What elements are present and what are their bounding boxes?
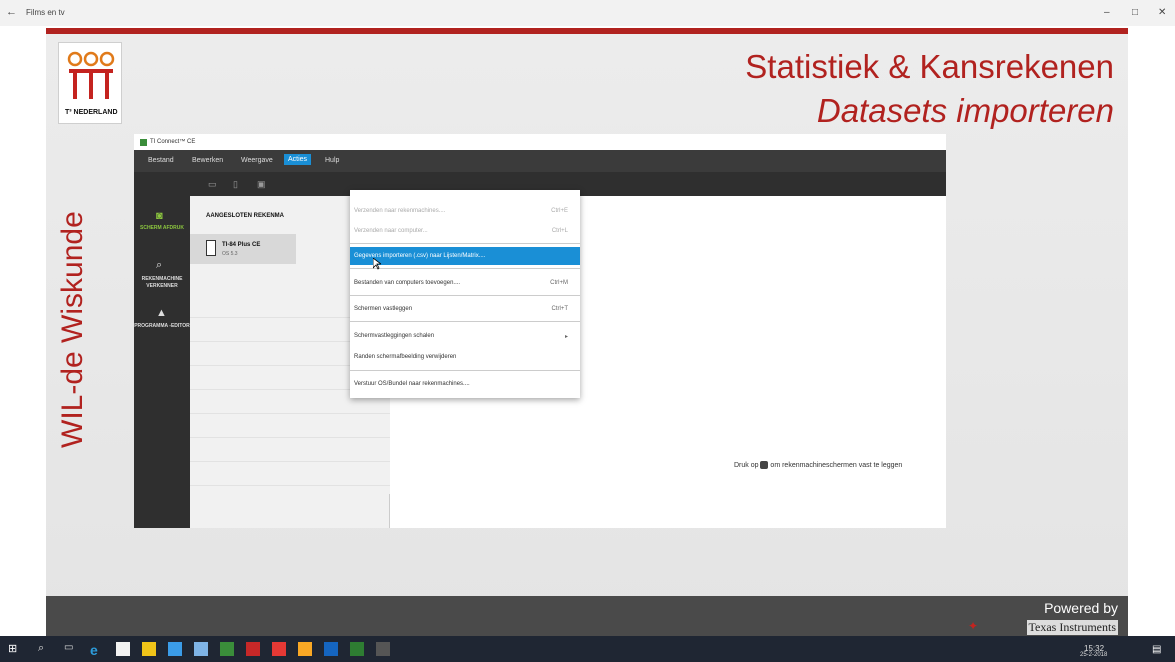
panel-heading: AANGESLOTEN REKENMA — [206, 213, 285, 219]
menu-item-send-to-computer[interactable]: Verzenden naar computer... Ctrl+L — [350, 222, 580, 240]
ti-brand-text: Texas Instruments — [1026, 620, 1118, 635]
camera-icon[interactable]: ◙ — [156, 210, 163, 222]
mouse-cursor-icon — [373, 258, 381, 270]
store-icon[interactable] — [116, 642, 130, 656]
ti-logo-icon: ✦ — [967, 619, 978, 633]
app-icon[interactable] — [298, 642, 312, 656]
menu-separator — [350, 295, 580, 296]
capture-hint: Druk op om rekenmachineschermen vast te … — [734, 461, 902, 469]
menubar: Bestand Bewerken Weergave Acties Hulp — [134, 150, 946, 172]
menu-separator — [350, 243, 580, 244]
app-icon[interactable] — [376, 642, 390, 656]
sidebar-item-program-editor[interactable]: PROGRAMMA -EDITOR — [134, 323, 190, 330]
slide-title: Statistiek & Kansrekenen — [745, 48, 1114, 85]
calculator-name: TI-84 Plus CE — [222, 242, 261, 248]
menu-bewerken[interactable]: Bewerken — [192, 157, 223, 164]
ti-connect-taskbar-icon[interactable] — [220, 642, 234, 656]
menu-item-import-csv[interactable]: Gegevens importeren (.csv) naar Lijsten/… — [350, 247, 580, 265]
screen: ← Films en tv – □ ✕ T³ NEDERLAND Statist… — [0, 0, 1175, 662]
calculator-icon — [206, 240, 216, 256]
window-title: Films en tv — [26, 8, 65, 17]
minimize-icon[interactable]: – — [1104, 7, 1110, 18]
t3-logo-icon — [67, 51, 115, 99]
window-titlebar: ← Films en tv – □ ✕ — [0, 0, 1175, 26]
left-sidebar: ◙ SCHERM AFDRUK ⌕ REKENMACHINE VERKENNER… — [134, 196, 190, 528]
calculator-os: OS 5.3 — [222, 251, 238, 257]
menu-item-send-os-bundle[interactable]: Verstuur OS/Bundel naar rekenmachines...… — [350, 375, 580, 393]
submenu-arrow-icon: ▸ — [564, 334, 568, 340]
menu-separator — [350, 321, 580, 322]
save-icon[interactable]: ▭ — [208, 179, 217, 190]
file-explorer-icon[interactable] — [142, 642, 156, 656]
slide-subtitle: Datasets importeren — [816, 92, 1114, 129]
camera-hint-icon — [760, 461, 769, 469]
powered-by-text: Powered by — [1044, 600, 1118, 616]
maximize-icon[interactable]: □ — [1132, 7, 1138, 18]
menu-item-scale-captures[interactable]: Schermvastleggingen schalen ▸ — [350, 327, 580, 345]
sidebar-item-screen-capture[interactable]: SCHERM AFDRUK — [134, 225, 190, 232]
calculator-row[interactable]: TI-84 Plus CE OS 5.3 — [190, 234, 296, 264]
menu-bestand[interactable]: Bestand — [148, 157, 174, 164]
back-arrow-icon[interactable]: ← — [6, 6, 17, 18]
menu-separator — [350, 268, 580, 269]
app-icon[interactable] — [246, 642, 260, 656]
vertical-brand-text: WIL-de Wiskunde — [56, 211, 89, 448]
excel-icon[interactable] — [350, 642, 364, 656]
windows-taskbar: ⊞ ⌕ ▭ e 15:32 25-2-2018 ▤ — [0, 636, 1175, 662]
app-icon[interactable] — [168, 642, 182, 656]
search-icon[interactable]: ⌕ — [156, 259, 162, 272]
clock-date[interactable]: 25-2-2018 — [1080, 652, 1107, 658]
hint-before: Druk op — [734, 461, 759, 469]
menu-hulp[interactable]: Hulp — [325, 157, 339, 164]
windows-start-icon[interactable]: ⊞ — [8, 642, 22, 656]
close-icon[interactable]: ✕ — [1158, 7, 1166, 18]
menu-acties[interactable]: Acties — [284, 154, 312, 165]
menu-weergave[interactable]: Weergave — [241, 157, 273, 164]
hint-after: om rekenmachineschermen vast te leggen — [770, 461, 903, 469]
logo-text: T³ NEDERLAND — [65, 109, 118, 116]
export-icon[interactable]: ▯ — [233, 179, 238, 190]
acties-dropdown: Verzenden naar rekenmachines.... Ctrl+E … — [350, 190, 580, 398]
t3-logo: T³ NEDERLAND — [58, 42, 122, 124]
program-icon[interactable]: ▲ — [156, 307, 167, 319]
sidebar-item-calculator-explorer[interactable]: REKENMACHINE VERKENNER — [134, 276, 190, 290]
menu-item-add-computer-files[interactable]: Bestanden van computers toevoegen.... Ct… — [350, 274, 580, 292]
notifications-icon[interactable]: ▤ — [1152, 644, 1161, 655]
app-title: TI Connect™ CE — [150, 139, 196, 145]
app-icon[interactable] — [194, 642, 208, 656]
menu-item-send-to-calculators[interactable]: Verzenden naar rekenmachines.... Ctrl+E — [350, 202, 580, 220]
task-view-icon[interactable]: ▭ — [64, 642, 78, 656]
slide-top-rule — [46, 28, 1128, 34]
slide-footer: Powered by ✦ Texas Instruments — [46, 596, 1128, 636]
edge-browser-icon[interactable]: e — [90, 642, 104, 658]
menu-separator — [350, 370, 580, 371]
search-icon[interactable]: ⌕ — [38, 642, 52, 656]
app-titlebar: TI Connect™ CE — [134, 134, 946, 150]
menu-item-capture-screens[interactable]: Schermen vastleggen Ctrl+T — [350, 300, 580, 318]
copy-icon[interactable]: ▣ — [257, 179, 266, 190]
app-icon — [140, 139, 147, 146]
menu-item-remove-borders[interactable]: Randen schermafbeelding verwijderen — [350, 348, 580, 366]
app-icon[interactable] — [272, 642, 286, 656]
word-icon[interactable] — [324, 642, 338, 656]
